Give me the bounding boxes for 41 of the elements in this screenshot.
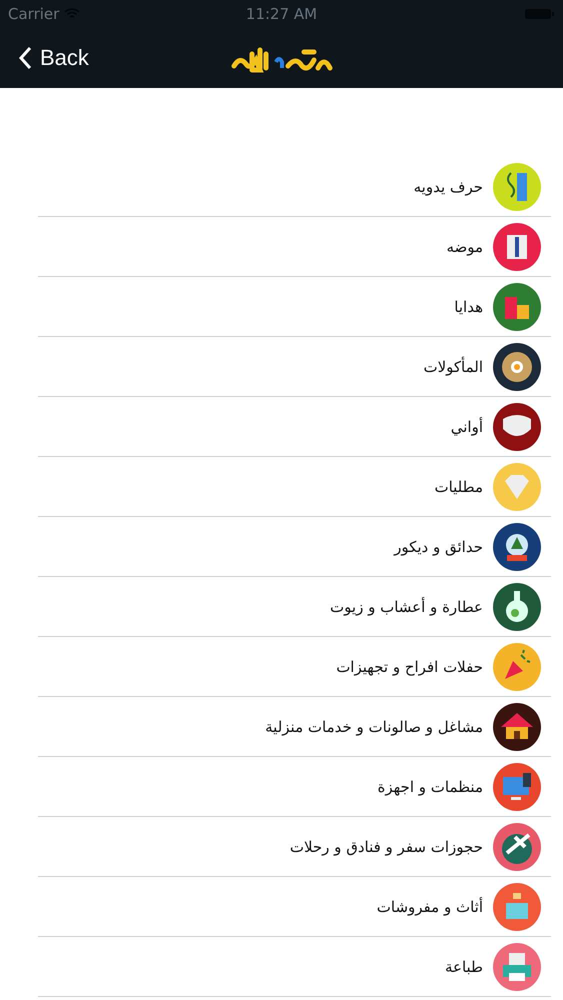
category-list-item[interactable]: منظمات و اجهزة — [38, 757, 551, 817]
food-plate-icon — [493, 342, 541, 390]
clock-time: 11:27 AM — [246, 5, 318, 23]
category-label: منظمات و اجهزة — [378, 778, 483, 796]
category-label: أثاث و مفروشات — [376, 898, 483, 916]
category-list-item[interactable]: طباعة — [38, 937, 551, 997]
party-popper-icon — [493, 642, 541, 690]
back-button[interactable]: Back — [12, 45, 95, 71]
category-label: حفلات افراح و تجهيزات — [336, 658, 483, 676]
category-label: أواني — [450, 418, 483, 436]
category-list-item[interactable]: المأكولات — [38, 337, 551, 397]
snow-globe-icon — [493, 522, 541, 570]
category-label: حجوزات سفر و فنادق و رحلات — [290, 838, 483, 856]
flask-icon — [493, 582, 541, 630]
category-label: حرف يدويه — [414, 178, 483, 196]
house-icon — [493, 702, 541, 750]
category-list-item[interactable]: مطليات — [38, 457, 551, 517]
category-list-item[interactable]: أواني — [38, 397, 551, 457]
chevron-left-icon — [18, 46, 32, 70]
category-list-item[interactable]: حرف يدويه — [38, 157, 551, 217]
computer-icon — [493, 762, 541, 810]
category-list-item[interactable]: عطارة و أعشاب و زيوت — [38, 577, 551, 637]
category-label: مشاغل و صالونات و خدمات منزلية — [265, 718, 483, 736]
category-list-item[interactable]: أثاث و مفروشات — [38, 877, 551, 937]
category-list-item[interactable]: هدايا — [38, 277, 551, 337]
category-list-item[interactable]: حجوزات سفر و فنادق و رحلات — [38, 817, 551, 877]
category-label: المأكولات — [423, 358, 483, 376]
category-label: موضه — [446, 238, 483, 256]
bowl-icon — [493, 402, 541, 450]
category-label: عطارة و أعشاب و زيوت — [330, 598, 483, 616]
category-list-item[interactable]: حفلات افراح و تجهيزات — [38, 637, 551, 697]
printer-icon — [493, 942, 541, 990]
category-label: مطليات — [434, 478, 483, 496]
category-label: حدائق و ديكور — [394, 538, 483, 556]
category-list-item[interactable]: حدائق و ديكور — [38, 517, 551, 577]
shirt-icon — [493, 222, 541, 270]
category-list-item[interactable]: موضه — [38, 217, 551, 277]
category-label: طباعة — [444, 958, 483, 976]
carrier-label: Carrier — [8, 5, 60, 23]
category-list-item[interactable]: مشاغل و صالونات و خدمات منزلية — [38, 697, 551, 757]
category-label: هدايا — [454, 298, 483, 316]
